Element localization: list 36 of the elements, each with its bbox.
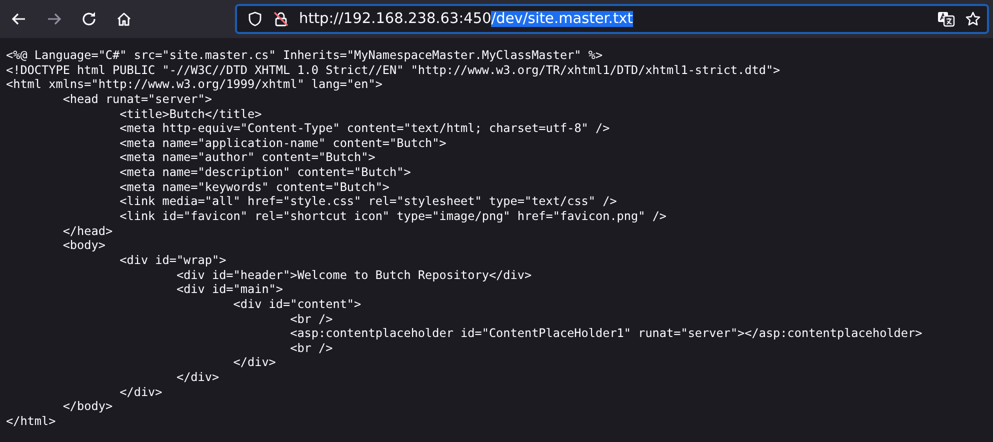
code-line: <div id="content"> (232, 296, 362, 312)
code-line: </head> (62, 224, 113, 238)
code-line: <meta name="keywords" content="Butch"> (118, 180, 390, 194)
back-arrow-icon (11, 11, 27, 27)
code-line: <link media="all" href="style.css" rel="stylesheet" type="text/css" /> (118, 194, 617, 210)
code-line: </body> (62, 399, 113, 414)
code-line: <asp:contentplaceholder id="ContentPlaceHolder1" runat="server"></asp:contentplaceholder> (289, 326, 922, 341)
address-bar[interactable]: http://192.168.238.63:450/dev/site.master.txt (235, 4, 989, 34)
code-line: <html xmlns="http://www.w3.org/1999/xhtml" lang="en"> (6, 77, 382, 92)
star-icon[interactable] (965, 11, 981, 27)
code-line: <br /> (289, 340, 333, 356)
home-icon (116, 11, 132, 27)
code-line: <link id="favicon" rel="shortcut icon" type="image/png" href="favicon.png" /> (118, 209, 667, 224)
forward-arrow-icon (46, 11, 62, 27)
reload-icon (81, 11, 97, 27)
code-line: <body> (62, 238, 106, 253)
code-line: </div> (175, 370, 220, 385)
code-line: <meta name="application-name" content="Butch"> (118, 136, 446, 150)
code-line: <!DOCTYPE html PUBLIC "-//W3C//DTD XHTML 1.0 Strict//EN" "http://www.w3.org/TR/xhtml1/DTD/xhtml1-strict.dtd"> (6, 62, 780, 78)
code-line: <%@ Language="C#" src="site.master.cs" Inherits="MyNamespaceMaster.MyClassMaster" %> (6, 48, 603, 63)
code-line: <meta http-equiv="Content-Type" content="text/html; charset=utf-8" /> (118, 121, 610, 136)
code-line: <meta name="author" content="Butch"> (118, 150, 376, 166)
code-line: <div id="main"> (175, 282, 284, 297)
shield-icon[interactable] (247, 11, 263, 27)
code-line: <head runat="server"> (62, 92, 212, 107)
code-line: <div id="header">Welcome to Butch Repository</div> (175, 268, 532, 282)
code-line: </div> (232, 355, 276, 370)
translate-icon[interactable] (937, 11, 955, 27)
code-line: </div> (118, 384, 162, 400)
code-line: </html> (6, 414, 56, 429)
insecure-lock-icon[interactable] (273, 11, 289, 27)
code-line: <div id="wrap"> (118, 252, 226, 268)
code-line: <meta name="description" content="Butch"> (118, 165, 411, 180)
code-line: <title>Butch</title> (118, 106, 262, 122)
url-text[interactable]: http://192.168.238.63:450/dev/site.master.txt (299, 11, 927, 27)
code-line: <br /> (289, 312, 333, 326)
